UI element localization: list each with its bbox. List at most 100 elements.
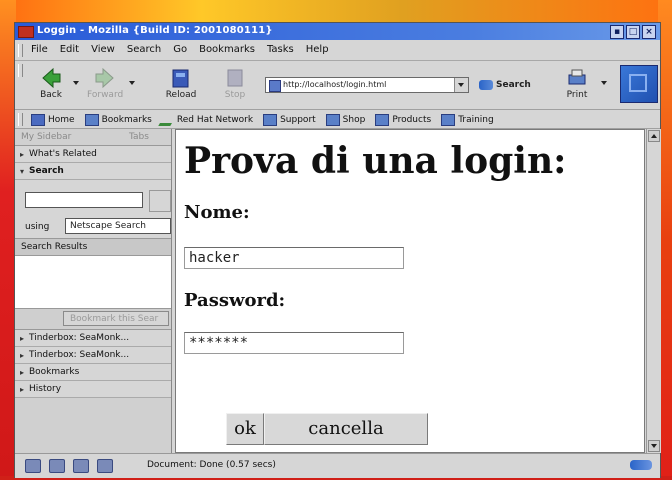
sidebar-header: My Sidebar Tabs (15, 129, 171, 146)
search-engine-select[interactable]: Netscape Search (65, 218, 171, 234)
personal-toolbar: Home Bookmarks Red Hat Network Support S… (15, 110, 660, 129)
sidebar-search-panel: using Netscape Search (15, 180, 171, 238)
personal-home[interactable]: Home (31, 113, 75, 126)
ok-button[interactable]: ok (226, 413, 264, 445)
forward-arrow-icon (95, 67, 114, 89)
desktop-background-top (0, 0, 672, 24)
url-history-dropdown-icon[interactable] (454, 78, 468, 92)
browser-window: Loggin - Mozilla {Build ID: 2001080111} … (14, 22, 661, 478)
personal-support[interactable]: Support (263, 113, 316, 126)
folder-icon (441, 113, 456, 126)
mail-icon[interactable] (49, 459, 65, 473)
bookmark-search-row: Bookmark this Sear (15, 309, 171, 330)
minimize-button[interactable]: ▪ (610, 25, 624, 39)
personal-red-hat-network[interactable]: Red Hat Network (158, 113, 253, 126)
mozilla-throbber-icon[interactable] (620, 65, 658, 103)
sidebar-item-tinderbox-2[interactable]: ▸ Tinderbox: SeaMonk... (15, 347, 171, 364)
menu-file[interactable]: File (31, 44, 48, 55)
red-hat-network-icon (158, 113, 178, 126)
menu-edit[interactable]: Edit (60, 44, 79, 55)
mozilla-icon (18, 26, 34, 38)
component-bar (25, 459, 113, 473)
menu-view[interactable]: View (91, 44, 115, 55)
scroll-down-arrow-icon[interactable] (648, 440, 660, 452)
page-proxy-icon[interactable] (269, 80, 281, 92)
menu-go[interactable]: Go (173, 44, 187, 55)
menu-bookmarks[interactable]: Bookmarks (199, 44, 255, 55)
personal-shop[interactable]: Shop (325, 113, 365, 126)
stop-icon (227, 69, 243, 87)
print-button[interactable]: Print (559, 67, 595, 105)
personal-training[interactable]: Training (441, 113, 494, 126)
menu-search[interactable]: Search (127, 44, 161, 55)
sidebar-item-history[interactable]: ▸ History (15, 381, 171, 398)
sidebar-search-go-button[interactable] (149, 190, 171, 212)
sidebar: My Sidebar Tabs ▸ What's Related ▾ Searc… (15, 129, 172, 453)
collapsed-arrow-icon: ▸ (20, 368, 25, 377)
sidebar-search-input[interactable] (25, 192, 143, 208)
personal-products[interactable]: Products (375, 113, 431, 126)
search-icon (479, 80, 493, 90)
collapsed-arrow-icon: ▸ (20, 334, 25, 343)
using-label: using (25, 222, 50, 232)
composer-icon[interactable] (73, 459, 89, 473)
folder-icon (263, 113, 278, 126)
toolbar-grip-icon[interactable] (18, 64, 23, 77)
toolbar-grip-icon[interactable] (18, 44, 23, 57)
address-book-icon[interactable] (97, 459, 113, 473)
forward-button[interactable]: Forward (87, 67, 123, 105)
window-controls: ▪ □ × (610, 25, 656, 39)
password-label: Password: (184, 290, 286, 311)
close-button[interactable]: × (642, 25, 656, 39)
toolbar-grip-icon[interactable] (18, 113, 23, 126)
title-bar[interactable]: Loggin - Mozilla {Build ID: 2001080111} … (15, 23, 660, 40)
page-content: Prova di una login: Nome: hacker Passwor… (175, 129, 645, 453)
printer-icon (568, 69, 586, 85)
search-button[interactable]: Search (479, 77, 531, 93)
sidebar-item-whats-related[interactable]: ▸ What's Related (15, 146, 171, 163)
bookmark-this-search-button[interactable]: Bookmark this Sear (63, 311, 169, 326)
status-bar: Document: Done (0.57 secs) (15, 453, 660, 478)
menu-tasks[interactable]: Tasks (267, 44, 294, 55)
folder-icon (325, 113, 340, 126)
page-heading: Prova di una login: (184, 140, 567, 182)
back-button[interactable]: Back (33, 67, 69, 105)
status-text: Document: Done (0.57 secs) (147, 460, 276, 470)
password-input[interactable]: ******* (184, 332, 404, 354)
stop-button[interactable]: Stop (217, 67, 253, 105)
sidebar-item-bookmarks[interactable]: ▸ Bookmarks (15, 364, 171, 381)
navigator-icon[interactable] (25, 459, 41, 473)
collapsed-arrow-icon: ▸ (20, 351, 25, 360)
expanded-arrow-icon: ▾ (20, 167, 25, 176)
sidebar-item-search[interactable]: ▾ Search (15, 163, 171, 180)
name-input[interactable]: hacker (184, 247, 404, 269)
vertical-scrollbar[interactable] (646, 129, 661, 453)
collapsed-arrow-icon: ▸ (20, 385, 25, 394)
bookmarks-icon (84, 113, 99, 126)
navigation-toolbar: Back Forward Reload Stop http://localhos… (15, 61, 660, 110)
personal-bookmarks[interactable]: Bookmarks (84, 113, 152, 126)
scroll-up-arrow-icon[interactable] (648, 130, 660, 142)
cancel-button[interactable]: cancella (264, 413, 428, 445)
reload-button[interactable]: Reload (163, 67, 199, 105)
back-history-dropdown-icon[interactable] (73, 81, 79, 85)
reload-icon (172, 69, 189, 88)
url-bar[interactable]: http://localhost/login.html (265, 77, 469, 93)
name-label: Nome: (184, 202, 250, 223)
back-arrow-icon (42, 67, 61, 89)
maximize-button[interactable]: □ (626, 25, 640, 39)
security-lock-icon[interactable] (630, 460, 652, 470)
search-results-list[interactable] (15, 256, 171, 309)
search-results-header: Search Results (15, 238, 171, 256)
window-title: Loggin - Mozilla {Build ID: 2001080111} (37, 25, 273, 36)
url-input[interactable]: http://localhost/login.html (283, 80, 386, 89)
sidebar-title[interactable]: My Sidebar (21, 132, 71, 142)
sidebar-tabs-button[interactable]: Tabs (129, 132, 149, 142)
print-dropdown-icon[interactable] (601, 81, 607, 85)
home-icon (31, 113, 45, 126)
collapsed-arrow-icon: ▸ (20, 150, 25, 159)
folder-icon (375, 113, 390, 126)
menu-help[interactable]: Help (306, 44, 329, 55)
forward-history-dropdown-icon[interactable] (129, 81, 135, 85)
sidebar-item-tinderbox-1[interactable]: ▸ Tinderbox: SeaMonk... (15, 330, 171, 347)
